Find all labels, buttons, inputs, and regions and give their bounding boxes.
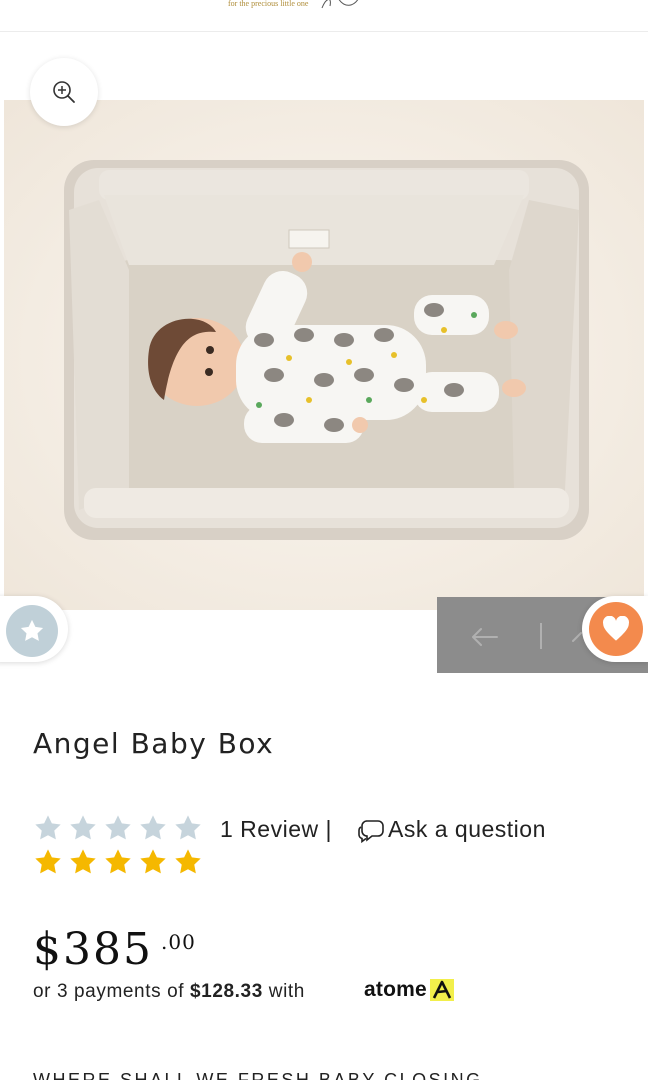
rating-stars-empty[interactable] <box>32 812 204 844</box>
star-outline-icon[interactable] <box>32 812 64 844</box>
installment-suffix: with <box>262 981 305 1002</box>
installment-amount: $128.33 <box>190 981 263 1002</box>
star-outline-icon[interactable] <box>67 812 99 844</box>
logo-script-icon[interactable] <box>318 0 368 10</box>
installment-text: or 3 payments of $128.33 with <box>33 981 305 1003</box>
zoom-button[interactable] <box>30 58 98 126</box>
rating-stars-filled <box>32 846 204 878</box>
star-outline-icon[interactable] <box>137 812 169 844</box>
star-icon <box>20 619 44 641</box>
zoom-in-icon <box>53 81 75 103</box>
star-filled-icon <box>175 849 201 874</box>
chat-bubble-icon[interactable] <box>357 818 385 844</box>
star-filled-icon <box>105 849 131 874</box>
review-count-link[interactable]: 1 Review | <box>220 816 332 843</box>
site-header: for the precious little one <box>0 0 648 32</box>
wishlist-badge <box>589 602 643 656</box>
installment-prefix: or 3 payments of <box>33 981 190 1002</box>
star-filled-icon <box>70 849 96 874</box>
price-cents: .00 <box>161 930 196 954</box>
baby-box-illustration <box>4 100 644 610</box>
atome-label: atome <box>364 978 427 1001</box>
product-image[interactable] <box>4 100 644 610</box>
star-filled-icon <box>140 849 166 874</box>
atome-logo[interactable]: atome <box>364 978 454 1002</box>
wishlist-button[interactable] <box>582 596 648 662</box>
reviews-floating-button[interactable] <box>0 596 68 662</box>
star-outline-icon[interactable] <box>102 812 134 844</box>
cut-off-text: WHERE SHALL WE FRESH BABY CLOSING <box>33 1070 483 1080</box>
heart-icon <box>603 616 629 641</box>
star-filled-icon <box>35 849 61 874</box>
ask-question-link[interactable]: Ask a question <box>388 816 546 843</box>
site-tagline: for the precious little one <box>228 0 309 8</box>
reviews-badge <box>6 605 58 657</box>
price-main: $385 <box>33 924 153 975</box>
product-title: Angel Baby Box <box>33 727 275 760</box>
star-outline-icon[interactable] <box>172 812 204 844</box>
atome-mark-icon <box>429 979 454 1001</box>
